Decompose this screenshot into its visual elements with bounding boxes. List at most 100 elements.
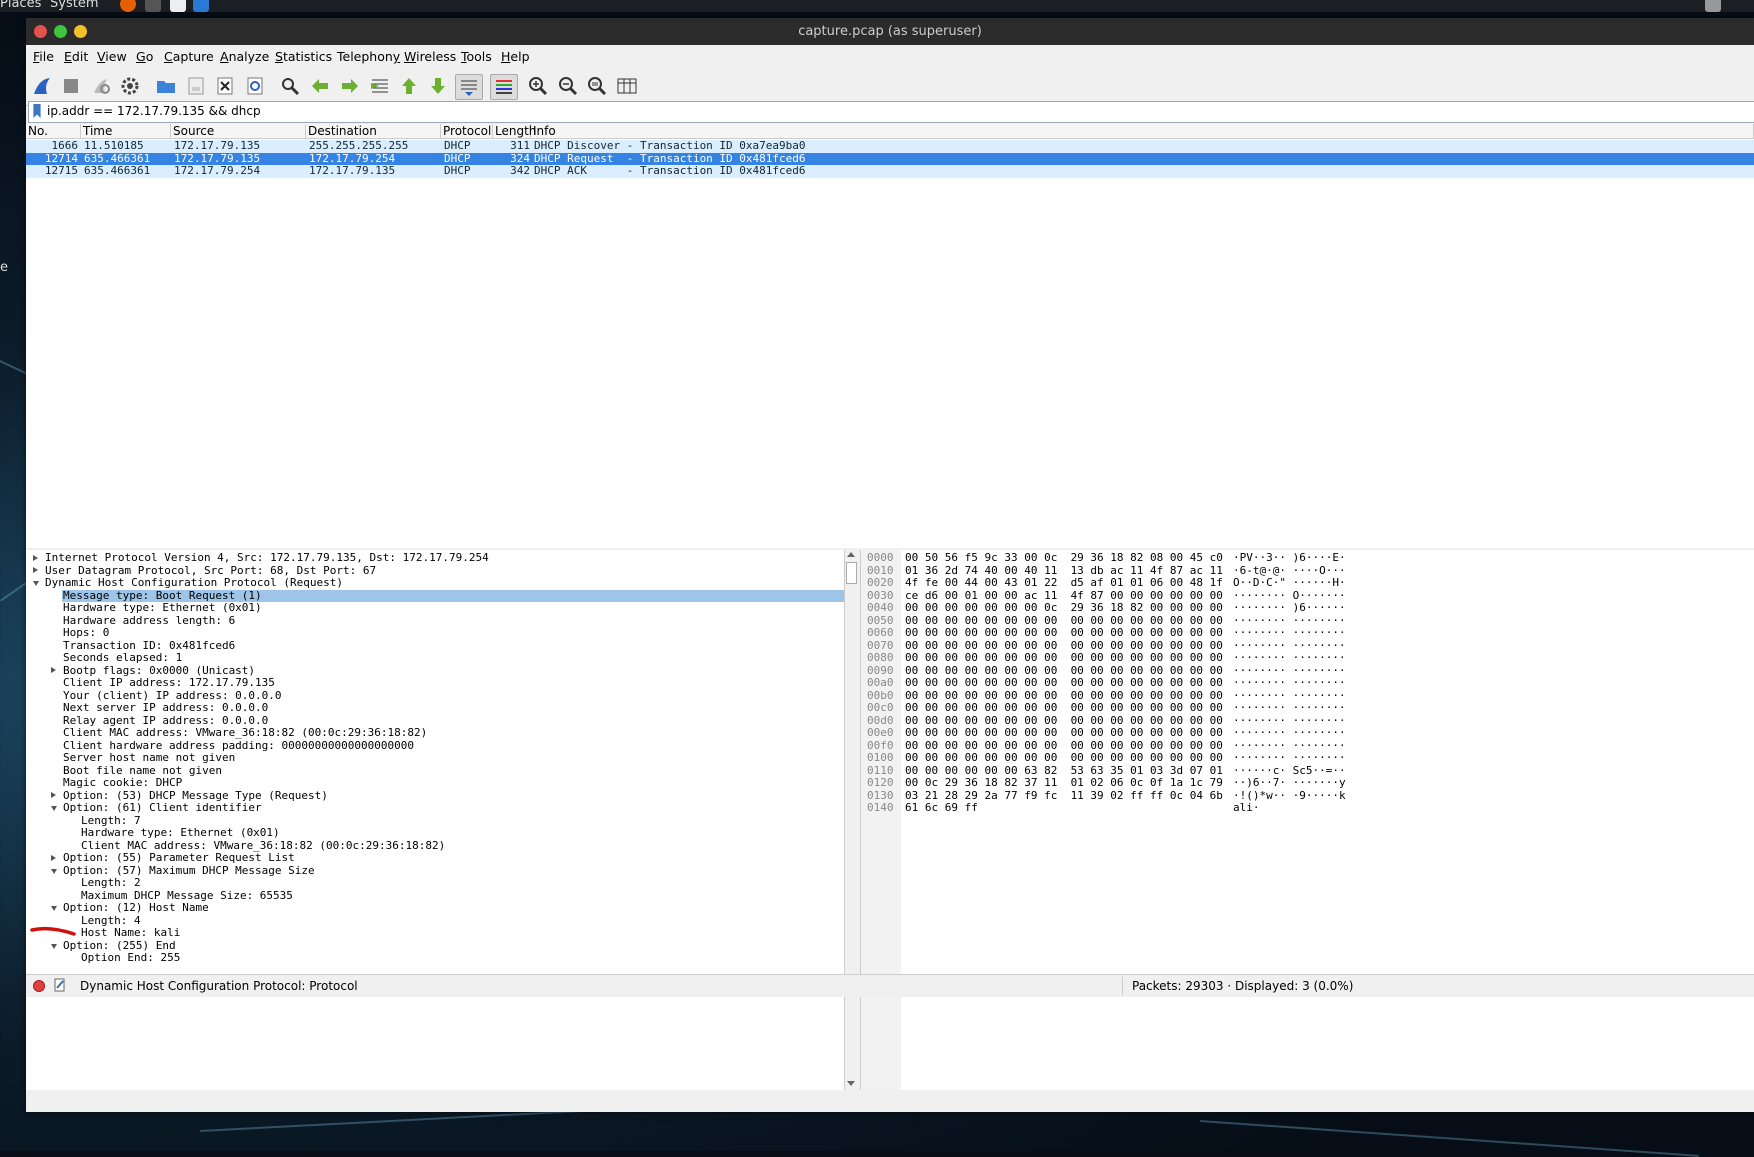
hex-bytes[interactable]: 4f fe 00 44 00 43 01 22 d5 af 01 01 06 0… (905, 576, 1223, 590)
hex-bytes[interactable]: 00 00 00 00 00 00 00 00 00 00 00 00 00 0… (905, 626, 1223, 640)
expand-arrow-icon[interactable] (33, 554, 38, 561)
close-file-button[interactable] (212, 74, 238, 98)
go-to-packet-button[interactable] (367, 74, 393, 98)
detail-tree-item[interactable]: Length: 2 (81, 876, 141, 890)
detail-tree-item[interactable]: Option: (55) Parameter Request List (63, 851, 295, 865)
hex-ascii[interactable]: ·PV··3·· )6····E· (1233, 551, 1346, 565)
hex-bytes[interactable]: 00 00 00 00 00 00 00 00 00 00 00 00 00 0… (905, 726, 1223, 740)
column-header-info[interactable]: Info (531, 124, 1754, 138)
reload-button[interactable] (242, 74, 268, 98)
hex-ascii[interactable]: ··)6··7· ·······y (1233, 776, 1346, 790)
menu-analyze[interactable]: Analyze (220, 49, 269, 64)
hex-ascii[interactable]: ········ )6······ (1233, 601, 1346, 615)
detail-tree-item[interactable]: Next server IP address: 0.0.0.0 (63, 701, 268, 715)
edit-comment-icon[interactable] (54, 978, 66, 992)
column-header-no[interactable]: No. (26, 124, 81, 138)
menu-wireless[interactable]: Wireless (404, 49, 456, 64)
go-back-button[interactable] (307, 74, 333, 98)
collapse-arrow-icon[interactable] (33, 581, 39, 586)
collapse-arrow-icon[interactable] (51, 868, 57, 874)
column-header-time[interactable]: Time (81, 124, 171, 138)
zoom-in-button[interactable] (525, 74, 551, 98)
zoom-out-button[interactable] (555, 74, 581, 98)
detail-tree-item[interactable]: Client IP address: 172.17.79.135 (63, 676, 275, 690)
column-header-source[interactable]: Source (171, 124, 306, 138)
hex-ascii[interactable]: ········ ········ (1233, 626, 1346, 640)
resize-columns-button[interactable] (614, 74, 640, 98)
detail-tree-item[interactable]: Seconds elapsed: 1 (63, 651, 182, 665)
last-packet-button[interactable] (425, 74, 451, 98)
detail-tree-item[interactable]: Dynamic Host Configuration Protocol (Req… (45, 576, 343, 590)
hex-bytes[interactable]: 00 00 00 00 00 00 00 00 00 00 00 00 00 0… (905, 701, 1223, 715)
detail-tree-item[interactable]: Hardware type: Ethernet (0x01) (63, 601, 262, 615)
display-filter-input[interactable] (47, 103, 1547, 119)
go-forward-button[interactable] (337, 74, 363, 98)
detail-tree-item[interactable]: Option: (12) Host Name (63, 901, 209, 915)
expand-arrow-icon[interactable] (51, 854, 56, 861)
restart-button[interactable] (88, 74, 114, 98)
packet-bytes-pane[interactable]: 0000 00 50 56 f5 9c 33 00 0c 29 36 18 82 … (860, 550, 1754, 1090)
save-file-button[interactable] (183, 74, 209, 98)
normal-size-button[interactable] (584, 74, 610, 98)
menu-tools[interactable]: Tools (461, 49, 492, 64)
hex-ascii[interactable]: ········ ········ (1233, 751, 1346, 765)
packet-details-pane[interactable]: Internet Protocol Version 4, Src: 172.17… (26, 550, 847, 1090)
packet-row[interactable]: 1666 11.510185 172.17.79.135 255.255.255.25… (26, 139, 1754, 153)
menu-view[interactable]: View (97, 49, 127, 64)
menu-capture[interactable]: Capture (164, 49, 214, 64)
collapse-arrow-icon[interactable] (51, 943, 57, 949)
detail-tree-item[interactable]: Hops: 0 (63, 626, 109, 640)
detail-tree-item[interactable]: Server host name not given (63, 751, 235, 765)
packet-row[interactable]: 12714 635.466361 172.17.79.135 172.17.79.25… (26, 152, 1754, 165)
stop-button[interactable] (58, 74, 84, 98)
display-filter-bar[interactable] (28, 101, 1754, 123)
first-packet-button[interactable] (396, 74, 422, 98)
hex-ascii[interactable]: ········ ········ (1233, 701, 1346, 715)
expert-info-indicator-icon[interactable] (33, 980, 45, 992)
hex-ascii[interactable]: ········ ········ (1233, 676, 1346, 690)
open-folder-button[interactable] (153, 74, 179, 98)
expand-arrow-icon[interactable] (33, 567, 38, 573)
hex-bytes[interactable]: 00 00 00 00 00 00 00 00 00 00 00 00 00 0… (905, 676, 1223, 690)
volume-icon[interactable] (1705, 0, 1721, 12)
detail-tree-item[interactable]: Host Name: kali (81, 926, 180, 940)
scroll-up-arrow-icon[interactable] (847, 552, 855, 557)
hex-ascii[interactable]: ········ ········ (1233, 726, 1346, 740)
hex-bytes[interactable]: 00 50 56 f5 9c 33 00 0c 29 36 18 82 08 0… (905, 551, 1223, 565)
expand-arrow-icon[interactable] (51, 792, 56, 798)
packet-row[interactable]: 12715 635.466361 172.17.79.254 172.17.79.13… (26, 164, 1754, 178)
menu-statistics[interactable]: Statistics (275, 49, 332, 64)
colorize-button[interactable] (490, 74, 518, 100)
column-header-destination[interactable]: Destination (306, 124, 441, 138)
hex-bytes[interactable]: 00 00 00 00 00 00 00 0c 29 36 18 82 00 0… (905, 601, 1223, 615)
shark-fin-start-button[interactable] (29, 74, 55, 98)
places-menu[interactable]: Places (0, 0, 41, 11)
detail-tree-item[interactable]: Internet Protocol Version 4, Src: 172.17… (45, 551, 489, 565)
collapse-arrow-icon[interactable] (51, 806, 57, 811)
scrollbar-thumb[interactable] (846, 562, 857, 584)
hex-ascii[interactable]: ali· (1233, 801, 1260, 815)
firefox-icon[interactable] (120, 0, 136, 12)
hex-bytes[interactable]: 00 0c 29 36 18 82 37 11 01 02 06 0c 0f 1… (905, 776, 1223, 790)
vscode-icon[interactable] (193, 0, 209, 12)
detail-tree-item[interactable]: Magic cookie: DHCP (63, 776, 182, 790)
menu-telephony[interactable]: Telephony (337, 49, 400, 64)
capture-options-gear-button[interactable] (117, 74, 143, 98)
text-editor-icon[interactable] (170, 0, 186, 12)
column-header-protocol[interactable]: Protocol (441, 124, 493, 138)
detail-tree-item[interactable]: Option End: 255 (81, 951, 180, 965)
hex-bytes[interactable]: 00 00 00 00 00 00 00 00 00 00 00 00 00 0… (905, 751, 1223, 765)
detail-tree-item[interactable]: Option: (61) Client identifier (63, 801, 262, 815)
menu-edit[interactable]: Edit (64, 49, 88, 64)
hex-bytes[interactable]: 00 00 00 00 00 00 00 00 00 00 00 00 00 0… (905, 651, 1223, 665)
collapse-arrow-icon[interactable] (51, 906, 57, 911)
detail-tree-item[interactable]: Hardware type: Ethernet (0x01) (81, 826, 280, 840)
hex-ascii[interactable]: O··D·C·" ······H· (1233, 576, 1346, 590)
terminal-icon[interactable] (145, 0, 161, 12)
system-menu[interactable]: System (50, 0, 98, 11)
hex-ascii[interactable]: ········ ········ (1233, 651, 1346, 665)
scroll-down-arrow-icon[interactable] (847, 1081, 855, 1086)
hex-bytes[interactable]: 61 6c 69 ff (905, 801, 978, 815)
menu-help[interactable]: Help (501, 49, 530, 64)
bookmark-filter-icon[interactable] (33, 104, 41, 118)
